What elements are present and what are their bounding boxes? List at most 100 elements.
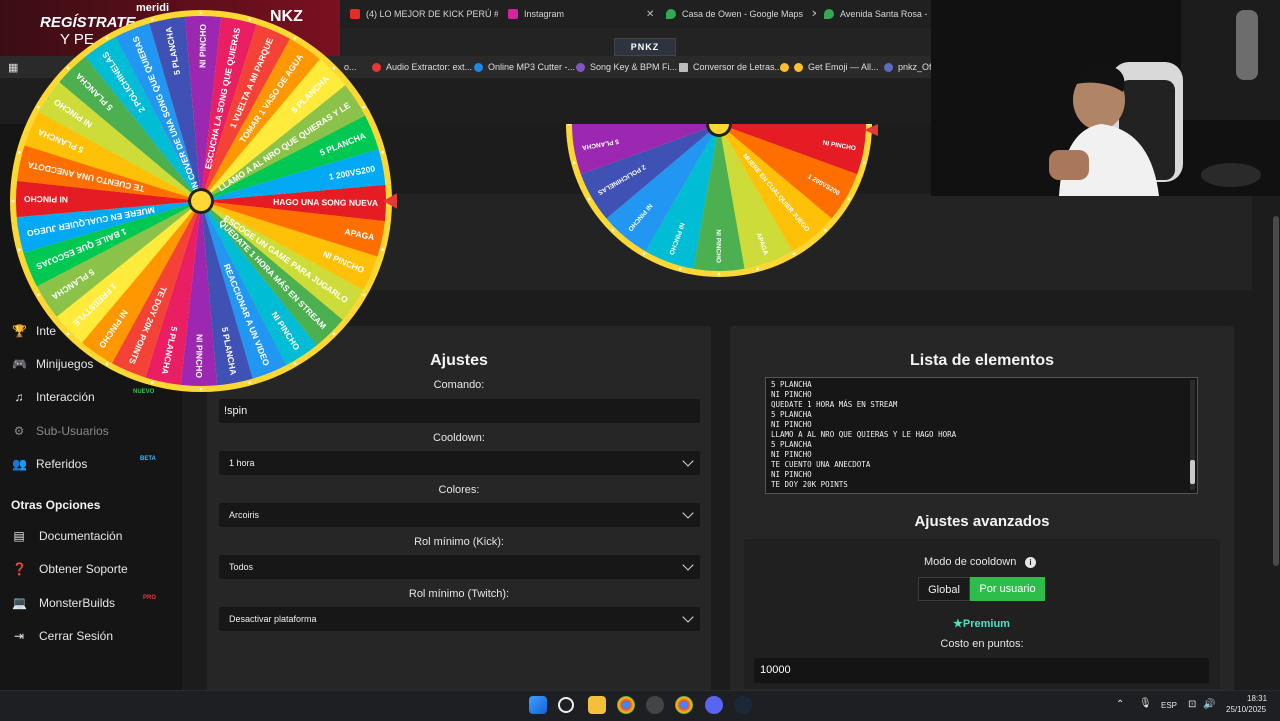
sidebar-item-support[interactable]: ❓ Obtener Soporte bbox=[12, 559, 128, 579]
bookmark-favicon-icon bbox=[474, 62, 483, 72]
close-icon[interactable]: ✕ bbox=[646, 9, 654, 20]
wheel-large-rim-dot bbox=[293, 362, 297, 366]
bookmark-label: Get Emoji — All... bbox=[808, 62, 879, 72]
chrome-icon[interactable] bbox=[617, 696, 635, 714]
bookmark-item[interactable]: pnkz_Ofic bbox=[884, 60, 938, 74]
wheel-preview-rim-dot bbox=[792, 252, 796, 256]
wheel-large-rim-dot bbox=[332, 66, 336, 70]
site-logo: PNKZ bbox=[614, 38, 676, 56]
bookmark-favicon-icon bbox=[576, 62, 585, 72]
list-item: 5 PLANCHA bbox=[771, 380, 812, 389]
bookmark-item[interactable]: Song Key & BPM Fi... bbox=[576, 60, 677, 74]
obs-icon[interactable] bbox=[646, 696, 664, 714]
wheel-large-rim-dot bbox=[248, 381, 251, 384]
advanced-settings-title: Ajustes avanzados bbox=[914, 513, 1050, 530]
clock-date[interactable]: 25/10/2025 bbox=[1226, 705, 1266, 714]
wheel-preview-rim-dot bbox=[678, 267, 682, 271]
sidebar-item-logout[interactable]: ⇥ Cerrar Sesión bbox=[12, 626, 113, 646]
windows-start-icon[interactable] bbox=[529, 696, 547, 714]
wheel-preview-rim-dot bbox=[756, 267, 760, 271]
chrome-profile-icon[interactable] bbox=[675, 696, 693, 714]
search-icon[interactable] bbox=[558, 697, 574, 713]
wheel-large-rim-dot bbox=[381, 151, 384, 154]
wheel-large-rim-dot bbox=[105, 36, 109, 40]
chevron-up-icon[interactable]: ⌃ bbox=[1116, 699, 1124, 710]
sidebar-item-referrals[interactable]: 👥 Referidos bbox=[12, 454, 87, 474]
wheel-preview-rim-dot bbox=[823, 228, 827, 232]
info-icon[interactable]: i bbox=[1025, 557, 1036, 568]
emoji-icon bbox=[794, 62, 803, 72]
bookmark-label: Conversor de Letras... bbox=[693, 62, 783, 72]
discord-icon[interactable] bbox=[705, 696, 723, 714]
tab-instagram[interactable]: Instagram ✕ bbox=[508, 4, 658, 24]
spin-wheel-large[interactable]: HAGO UNA SONG NUEVAAPAGANI PINCHOESCOGE … bbox=[5, 5, 397, 397]
close-icon[interactable]: ✕ bbox=[811, 9, 816, 20]
cooldown-mode-global-button[interactable]: Global bbox=[918, 577, 970, 601]
star-icon: ★ bbox=[953, 618, 963, 630]
webcam-image bbox=[931, 0, 1280, 196]
bookmark-favicon-icon bbox=[780, 62, 789, 72]
users-icon: 👥 bbox=[12, 457, 27, 471]
bookmark-item[interactable]: Conversor de Letras... bbox=[679, 60, 782, 74]
list-item: NI PINCHO bbox=[771, 420, 812, 429]
chevron-down-icon bbox=[682, 455, 694, 467]
tab-google-maps-santa-rosa[interactable]: Avenida Santa Rosa - Goo bbox=[824, 4, 930, 24]
kick-role-select[interactable]: Todos bbox=[219, 555, 700, 579]
bookmark-label: Song Key & BPM Fi... bbox=[590, 62, 678, 72]
wheel-large-rim-dot bbox=[199, 387, 203, 391]
wheel-large-hub bbox=[191, 191, 211, 211]
cooldown-mode-per-user-button[interactable]: Por usuario bbox=[970, 577, 1045, 601]
help-circle-icon: ❓ bbox=[12, 562, 27, 576]
tab-google-maps-owen[interactable]: Casa de Owen - Google Maps ✕ bbox=[666, 4, 816, 24]
wheel-large-rim-dot bbox=[11, 199, 15, 203]
command-input[interactable]: !spin bbox=[219, 399, 700, 423]
sidebar-item-monsterbuilds[interactable]: 💻 MonsterBuilds bbox=[12, 593, 115, 613]
wheel-large-label: NI PINCHO bbox=[197, 24, 207, 68]
items-textarea[interactable]: 5 PLANCHA NI PINCHO QUEDATE 1 HORA MÁS E… bbox=[765, 377, 1198, 494]
list-item: QUEDATE 1 HORA MÁS EN STREAM bbox=[771, 400, 898, 409]
cost-label: Costo en puntos: bbox=[940, 638, 1024, 650]
language-indicator[interactable]: ESP bbox=[1161, 701, 1177, 710]
wheel-large-label: NI PINCHO bbox=[194, 334, 204, 378]
twitch-role-select[interactable]: Desactivar plataforma bbox=[219, 607, 700, 631]
sidebar-item-sub-users[interactable]: ⚙ Sub-Usuarios bbox=[12, 421, 109, 441]
cost-input[interactable]: 10000 bbox=[754, 658, 1209, 683]
colors-label: Colores: bbox=[438, 484, 480, 496]
bookmark-item[interactable]: Get Emoji — All... bbox=[780, 60, 879, 74]
file-explorer-icon[interactable] bbox=[588, 696, 606, 714]
kick-role-value: Todos bbox=[229, 562, 254, 572]
wheel-preview-rim-dot bbox=[642, 252, 646, 256]
clock-time[interactable]: 18:31 bbox=[1247, 694, 1267, 703]
page-scrollbar-thumb[interactable] bbox=[1273, 216, 1279, 566]
wheel-preview-label: NI PINCHO bbox=[715, 229, 722, 263]
wheel-large-rim-dot bbox=[66, 332, 70, 336]
wheel-preview-rim-dot bbox=[717, 272, 721, 276]
cooldown-select[interactable]: 1 hora bbox=[219, 451, 700, 475]
chevron-down-icon bbox=[682, 507, 694, 519]
wheel-large-rim-dot bbox=[332, 332, 336, 336]
list-title: Lista de elementos bbox=[909, 352, 1055, 369]
sidebar-item-label: MonsterBuilds bbox=[39, 596, 116, 610]
volume-icon[interactable]: 🔊 bbox=[1203, 699, 1215, 710]
bookmark-label: Online MP3 Cutter -... bbox=[488, 62, 576, 72]
colors-select[interactable]: Arcoiris bbox=[219, 503, 700, 527]
bookmark-favicon-icon bbox=[884, 62, 893, 72]
tab-label: Casa de Owen - Google Maps bbox=[682, 9, 804, 19]
wheel-large-label: NI PINCHO bbox=[24, 194, 68, 204]
colors-value: Arcoiris bbox=[229, 510, 260, 520]
sidebar-item-documentation[interactable]: ▤ Documentación bbox=[12, 526, 122, 546]
map-pin-icon bbox=[824, 9, 834, 19]
wheel-preview-rim-dot bbox=[862, 161, 866, 165]
instagram-icon bbox=[508, 9, 518, 19]
wheel-large-rim-dot bbox=[36, 105, 40, 109]
steam-icon[interactable] bbox=[734, 696, 752, 714]
wheel-preview-rim-dot bbox=[611, 228, 615, 232]
sidebar-item-label: Referidos bbox=[36, 457, 88, 471]
list-scrollbar-thumb[interactable] bbox=[1190, 460, 1195, 484]
cooldown-label: Cooldown: bbox=[433, 432, 485, 444]
page-scrollbar[interactable] bbox=[1272, 196, 1280, 690]
network-icon[interactable]: ⊡ bbox=[1188, 699, 1196, 710]
wheel-large-rim-dot bbox=[151, 18, 154, 21]
microphone-icon[interactable]: 🎙 bbox=[1139, 698, 1152, 709]
bookmark-item[interactable]: Online MP3 Cutter -... bbox=[474, 60, 575, 74]
